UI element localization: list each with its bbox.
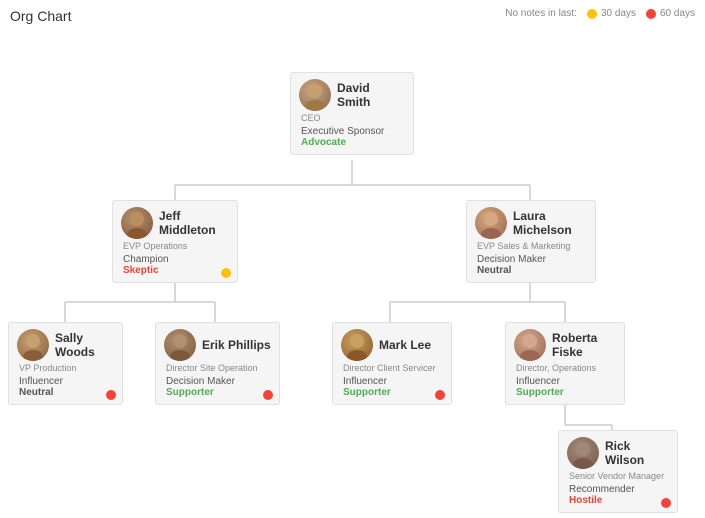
legend-item-60: 60 days (646, 8, 695, 19)
node-rick[interactable]: Rick Wilson Senior Vendor Manager Recomm… (558, 430, 678, 513)
roberta-title: Director, Operations (516, 363, 616, 373)
avatar-laura (475, 207, 507, 239)
avatar-jeff (121, 207, 153, 239)
avatar-mark (341, 329, 373, 361)
david-title: CEO (301, 113, 405, 123)
laura-role: Decision Maker (477, 254, 587, 265)
mark-name: Mark Lee (379, 338, 431, 352)
rick-title: Senior Vendor Manager (569, 471, 669, 481)
org-chart: David Smith CEO Executive Sponsor Advoca… (0, 30, 705, 518)
sally-name: Sally Woods (55, 331, 114, 359)
sally-alert (106, 390, 116, 400)
erik-title: Director Site Operation (166, 363, 271, 373)
mark-alert (435, 390, 445, 400)
page-title: Org Chart (10, 8, 71, 24)
node-jeff[interactable]: Jeff Middleton EVP Operations Champion S… (112, 200, 238, 283)
legend-dot-30 (587, 9, 597, 19)
mark-title: Director Client Servicer (343, 363, 443, 373)
jeff-sentiment: Skeptic (123, 265, 229, 276)
node-david[interactable]: David Smith CEO Executive Sponsor Advoca… (290, 72, 414, 155)
erik-role: Decision Maker (166, 376, 271, 387)
david-name: David Smith (337, 81, 405, 109)
roberta-sentiment: Supporter (516, 387, 616, 398)
david-sentiment: Advocate (301, 137, 405, 148)
rick-name: Rick Wilson (605, 439, 669, 467)
avatar-sally (17, 329, 49, 361)
jeff-alert (221, 268, 231, 278)
legend-label-30: 30 days (601, 8, 636, 19)
jeff-title: EVP Operations (123, 241, 229, 251)
david-role: Executive Sponsor (301, 126, 405, 137)
legend-prefix: No notes in last: (505, 8, 577, 19)
avatar-erik (164, 329, 196, 361)
laura-sentiment: Neutral (477, 265, 587, 276)
jeff-role: Champion (123, 254, 229, 265)
legend-label-60: 60 days (660, 8, 695, 19)
jeff-name: Jeff Middleton (159, 209, 229, 237)
node-laura[interactable]: Laura Michelson EVP Sales & Marketing De… (466, 200, 596, 283)
legend: No notes in last: 30 days 60 days (505, 8, 695, 19)
sally-role: Influencer (19, 376, 114, 387)
avatar-roberta (514, 329, 546, 361)
laura-title: EVP Sales & Marketing (477, 241, 587, 251)
legend-dot-60 (646, 9, 656, 19)
laura-name: Laura Michelson (513, 209, 587, 237)
avatar-david (299, 79, 331, 111)
node-erik[interactable]: Erik Phillips Director Site Operation De… (155, 322, 280, 405)
avatar-rick (567, 437, 599, 469)
legend-item-30: 30 days (587, 8, 636, 19)
sally-sentiment: Neutral (19, 387, 114, 398)
erik-name: Erik Phillips (202, 338, 271, 352)
roberta-role: Influencer (516, 376, 616, 387)
sally-title: VP Production (19, 363, 114, 373)
node-mark[interactable]: Mark Lee Director Client Servicer Influe… (332, 322, 452, 405)
node-roberta[interactable]: Roberta Fiske Director, Operations Influ… (505, 322, 625, 405)
node-sally[interactable]: Sally Woods VP Production Influencer Neu… (8, 322, 123, 405)
rick-alert (661, 498, 671, 508)
erik-alert (263, 390, 273, 400)
mark-sentiment: Supporter (343, 387, 443, 398)
mark-role: Influencer (343, 376, 443, 387)
rick-sentiment: Hostile (569, 495, 669, 506)
erik-sentiment: Supporter (166, 387, 271, 398)
roberta-name: Roberta Fiske (552, 331, 616, 359)
rick-role: Recommender (569, 484, 669, 495)
